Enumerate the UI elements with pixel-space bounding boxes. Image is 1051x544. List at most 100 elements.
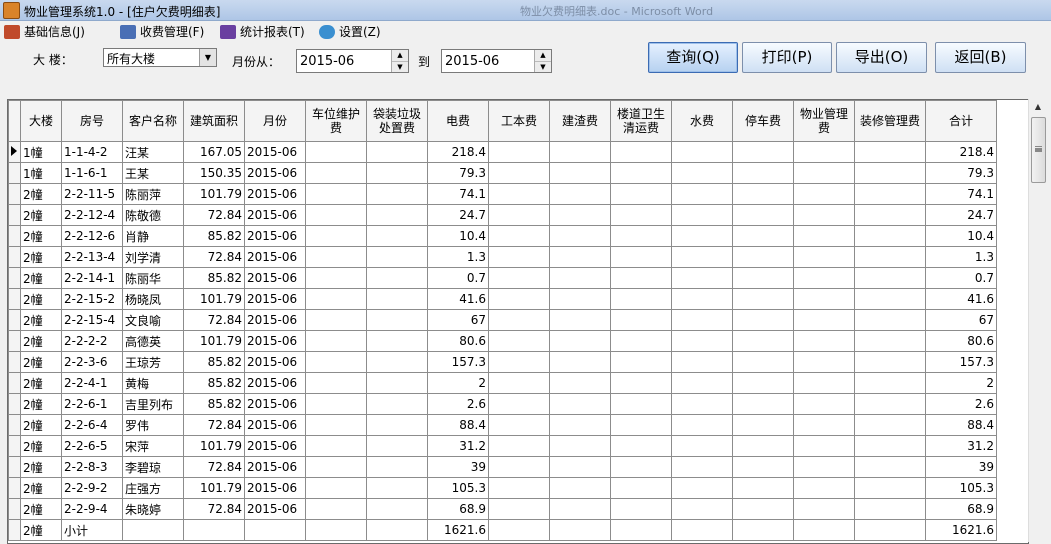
table-cell[interactable]: 2幢	[20, 414, 62, 436]
table-cell[interactable]: 2015-06	[244, 330, 306, 352]
table-cell[interactable]: 85.82	[183, 372, 245, 394]
table-cell[interactable]	[671, 330, 733, 352]
table-cell[interactable]: 2-2-9-2	[61, 477, 123, 499]
table-cell[interactable]: 1.3	[925, 246, 997, 268]
menu-base-info[interactable]: 基础信息(J)	[4, 23, 85, 40]
table-cell[interactable]: 157.3	[427, 351, 489, 373]
table-cell[interactable]	[793, 414, 855, 436]
back-button[interactable]: 返回(B)	[935, 42, 1026, 73]
table-cell[interactable]	[671, 351, 733, 373]
table-cell[interactable]	[549, 288, 611, 310]
table-cell[interactable]	[305, 435, 367, 457]
table-cell[interactable]: 庄强方	[122, 477, 184, 499]
building-select[interactable]: 所有大楼 ▼	[103, 48, 217, 67]
table-cell[interactable]	[732, 414, 794, 436]
table-cell[interactable]	[610, 141, 672, 163]
table-cell[interactable]	[610, 477, 672, 499]
table-row[interactable]: 2幢 2-2-12-6 肖静 85.82 2015-06 10.4 10.4	[8, 225, 997, 247]
table-cell[interactable]	[671, 498, 733, 520]
table-cell[interactable]	[793, 309, 855, 331]
table-cell[interactable]	[610, 456, 672, 478]
row-indicator[interactable]	[8, 183, 21, 205]
row-indicator[interactable]	[8, 498, 21, 520]
table-cell[interactable]	[549, 519, 611, 541]
table-row[interactable]: 2幢 2-2-8-3 李碧琼 72.84 2015-06 39 39	[8, 456, 997, 478]
table-cell[interactable]: 肖静	[122, 225, 184, 247]
menu-reports[interactable]: 统计报表(T)	[220, 23, 305, 40]
table-cell[interactable]	[549, 246, 611, 268]
table-cell[interactable]	[854, 456, 926, 478]
table-cell[interactable]	[488, 393, 550, 415]
table-cell[interactable]	[854, 519, 926, 541]
table-cell[interactable]: 2	[427, 372, 489, 394]
table-cell[interactable]	[366, 393, 428, 415]
column-header[interactable]: 电费	[427, 100, 489, 142]
table-cell[interactable]	[488, 183, 550, 205]
table-cell[interactable]	[305, 414, 367, 436]
table-cell[interactable]	[305, 183, 367, 205]
table-cell[interactable]	[854, 393, 926, 415]
table-cell[interactable]: 41.6	[925, 288, 997, 310]
table-cell[interactable]: 2015-06	[244, 267, 306, 289]
table-cell[interactable]	[671, 519, 733, 541]
table-row[interactable]: 2幢 2-2-11-5 陈丽萍 101.79 2015-06 74.1 74.1	[8, 183, 997, 205]
column-header[interactable]: 装修管理费	[854, 100, 926, 142]
table-cell[interactable]	[610, 330, 672, 352]
table-cell[interactable]	[732, 141, 794, 163]
table-cell[interactable]	[305, 372, 367, 394]
table-cell[interactable]	[793, 519, 855, 541]
table-cell[interactable]	[793, 162, 855, 184]
table-row[interactable]: 2幢 2-2-9-2 庄强方 101.79 2015-06 105.3 105.3	[8, 477, 997, 499]
table-cell[interactable]	[732, 162, 794, 184]
table-cell[interactable]: 2015-06	[244, 414, 306, 436]
menu-settings[interactable]: 设置(Z)	[319, 23, 381, 40]
table-cell[interactable]: 2-2-6-4	[61, 414, 123, 436]
table-cell[interactable]	[854, 141, 926, 163]
table-cell[interactable]	[671, 456, 733, 478]
table-cell[interactable]	[732, 204, 794, 226]
table-cell[interactable]: 2015-06	[244, 456, 306, 478]
table-cell[interactable]: 汪某	[122, 141, 184, 163]
table-cell[interactable]: 72.84	[183, 414, 245, 436]
table-cell[interactable]	[488, 519, 550, 541]
table-cell[interactable]: 2-2-6-5	[61, 435, 123, 457]
table-cell[interactable]: 2-2-8-3	[61, 456, 123, 478]
table-cell[interactable]	[183, 519, 245, 541]
table-cell[interactable]: 0.7	[427, 267, 489, 289]
table-cell[interactable]: 101.79	[183, 183, 245, 205]
table-cell[interactable]: 陈敬德	[122, 204, 184, 226]
table-cell[interactable]: 74.1	[925, 183, 997, 205]
table-cell[interactable]: 2幢	[20, 477, 62, 499]
table-cell[interactable]	[549, 309, 611, 331]
table-cell[interactable]	[854, 183, 926, 205]
table-cell[interactable]	[732, 225, 794, 247]
table-cell[interactable]	[549, 162, 611, 184]
table-cell[interactable]: 167.05	[183, 141, 245, 163]
table-cell[interactable]	[549, 267, 611, 289]
table-cell[interactable]	[732, 477, 794, 499]
table-cell[interactable]: 2-2-12-6	[61, 225, 123, 247]
menu-fee-management[interactable]: 收费管理(F)	[120, 23, 204, 40]
table-cell[interactable]	[610, 309, 672, 331]
table-cell[interactable]	[854, 204, 926, 226]
table-cell[interactable]	[366, 267, 428, 289]
row-indicator[interactable]	[8, 456, 21, 478]
table-cell[interactable]	[793, 288, 855, 310]
table-cell[interactable]	[732, 351, 794, 373]
table-cell[interactable]: 2-2-4-1	[61, 372, 123, 394]
table-cell[interactable]	[305, 498, 367, 520]
table-cell[interactable]	[488, 162, 550, 184]
table-cell[interactable]: 2幢	[20, 204, 62, 226]
table-cell[interactable]	[610, 246, 672, 268]
table-cell[interactable]: 2015-06	[244, 225, 306, 247]
table-cell[interactable]: 88.4	[925, 414, 997, 436]
month-to-spinner[interactable]: 2015-06 ▲ ▼	[441, 49, 552, 73]
table-row[interactable]: 2幢 小计 1621.6 1621.6	[8, 519, 997, 541]
table-cell[interactable]: 0.7	[925, 267, 997, 289]
export-button[interactable]: 导出(O)	[836, 42, 927, 73]
table-cell[interactable]	[610, 225, 672, 247]
table-cell[interactable]	[610, 372, 672, 394]
table-cell[interactable]: 157.3	[925, 351, 997, 373]
table-cell[interactable]	[488, 435, 550, 457]
table-cell[interactable]: 杨晓凤	[122, 288, 184, 310]
